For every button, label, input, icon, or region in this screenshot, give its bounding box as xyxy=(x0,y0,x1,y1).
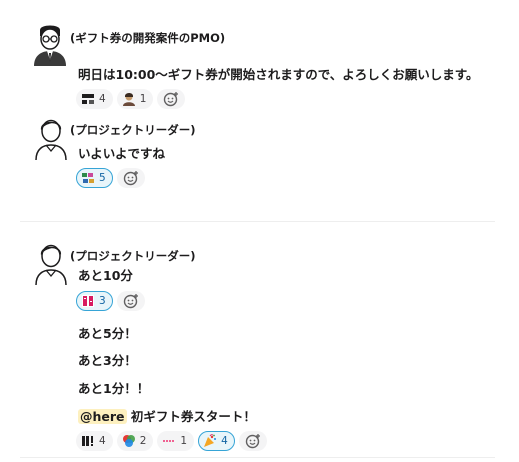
author-name[interactable]: (ギフト券の開発案件のPMO) xyxy=(70,30,225,46)
reaction-bar: 4 2 1 4 xyxy=(76,430,267,452)
message-body: 初ギフト券スタート！ xyxy=(126,409,256,424)
reaction-emoji-person-icon xyxy=(122,93,135,106)
reaction-count: 4 xyxy=(99,435,106,447)
message-text: あと1分！！ xyxy=(78,381,150,396)
add-reaction-button[interactable] xyxy=(157,89,186,109)
here-mention[interactable]: @here xyxy=(78,409,127,424)
message-divider xyxy=(20,221,495,222)
reaction-bar: 5 xyxy=(76,167,145,189)
add-reaction-button[interactable] xyxy=(116,291,145,311)
avatar-project-leader[interactable] xyxy=(33,241,69,286)
message-text: @here 初ギフト券スタート！ xyxy=(78,409,256,425)
reaction-emoji-rainbow-blob-icon xyxy=(122,435,135,447)
reaction-pill[interactable]: 1 xyxy=(116,89,154,109)
reaction-count: 2 xyxy=(139,435,147,447)
add-reaction-button[interactable] xyxy=(238,431,267,451)
message-text: いよいよですね xyxy=(78,146,166,161)
reaction-pill[interactable]: 4 xyxy=(76,89,113,109)
message-text: あと3分！ xyxy=(78,353,137,368)
add-reaction-icon xyxy=(164,92,179,107)
add-reaction-icon xyxy=(245,434,260,449)
add-reaction-button[interactable] xyxy=(116,168,145,188)
reaction-emoji-party-popper-icon xyxy=(204,434,217,447)
message-text: あと5分！ xyxy=(78,326,137,341)
reaction-pill[interactable]: 2 xyxy=(116,431,154,451)
reaction-emoji-text-icon xyxy=(82,94,94,104)
avatar-man-outline-icon xyxy=(35,119,67,161)
reaction-pill[interactable]: 5 xyxy=(76,168,113,188)
avatar-project-leader[interactable] xyxy=(33,116,69,161)
message-divider xyxy=(20,457,495,458)
reaction-pill[interactable]: 3 xyxy=(76,291,113,311)
reaction-emoji-sparkle-text-icon xyxy=(82,173,94,183)
avatar-glasses-man-icon xyxy=(34,25,66,66)
add-reaction-icon xyxy=(123,294,138,309)
author-name[interactable]: (プロジェクトリーダー) xyxy=(70,248,196,264)
reaction-count: 5 xyxy=(99,172,106,184)
reaction-emoji-pink-dots-icon xyxy=(163,440,175,442)
reaction-pill[interactable]: 1 xyxy=(157,431,195,451)
reaction-pill[interactable]: 4 xyxy=(76,431,113,451)
reaction-count: 4 xyxy=(99,93,106,105)
add-reaction-icon xyxy=(123,171,138,186)
reaction-pill[interactable]: 4 xyxy=(198,431,235,451)
reaction-bar: 3 xyxy=(76,290,145,312)
reaction-emoji-dokidoki-icon xyxy=(82,295,94,307)
avatar-pmo[interactable] xyxy=(32,22,68,66)
reaction-count: 1 xyxy=(180,435,188,447)
reaction-count: 1 xyxy=(139,93,147,105)
message-text: あと10分 xyxy=(78,268,133,283)
reaction-emoji-black-text-icon xyxy=(82,436,93,446)
reaction-count: 4 xyxy=(221,435,228,447)
avatar-man-outline-icon xyxy=(35,244,67,286)
message-text: 明日は10:00〜ギフト券が開始されますので、よろしくお願いします。 xyxy=(78,67,479,82)
author-name[interactable]: (プロジェクトリーダー) xyxy=(70,122,196,138)
reaction-count: 3 xyxy=(99,295,106,307)
reaction-bar: 4 1 xyxy=(76,88,186,110)
